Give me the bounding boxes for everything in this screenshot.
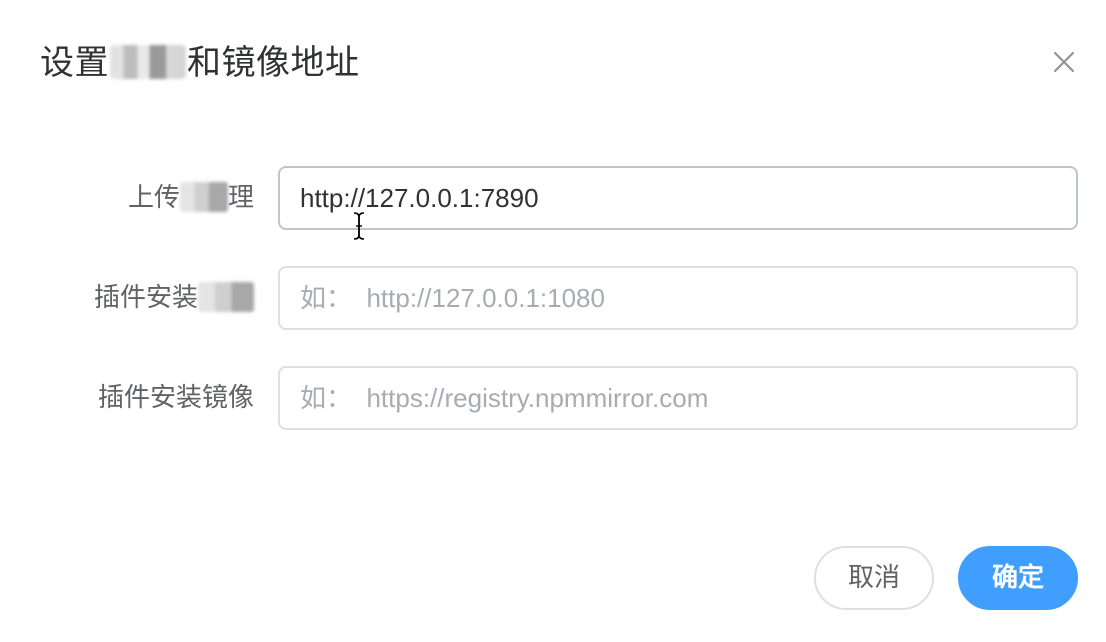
proxy-settings-dialog: 设置 和镜像地址 上传 理 插件安装 插件安装镜像 取消 确定 — [0, 0, 1106, 642]
form-label-plugin-mirror: 插件安装镜像 — [98, 366, 254, 430]
form-row-upload-proxy: 上传 理 — [0, 166, 1106, 230]
plugin-proxy-input[interactable] — [278, 266, 1078, 330]
form-label-text: 理 — [227, 183, 254, 213]
cancel-button[interactable]: 取消 — [814, 546, 934, 610]
form-label-text: 插件安装镜像 — [97, 383, 254, 413]
redacted-patch — [179, 181, 228, 212]
form-label-upload-proxy: 上传 理 — [128, 166, 254, 230]
redacted-patch — [198, 281, 254, 312]
form-row-plugin-proxy: 插件安装 — [0, 266, 1106, 330]
plugin-mirror-input[interactable] — [278, 366, 1078, 430]
form-label-text: 插件安装 — [93, 283, 198, 313]
form-label-text: 上传 — [127, 183, 180, 213]
form-label-plugin-proxy: 插件安装 — [94, 266, 254, 330]
close-icon[interactable] — [1050, 48, 1078, 76]
dialog-title-suffix: 和镜像地址 — [187, 43, 360, 83]
form-row-plugin-mirror: 插件安装镜像 — [0, 366, 1106, 430]
confirm-button[interactable]: 确定 — [958, 546, 1078, 610]
dialog-title-prefix: 设置 — [40, 43, 109, 83]
redacted-patch — [110, 44, 186, 79]
upload-proxy-input[interactable] — [278, 166, 1078, 230]
dialog-title: 设置 和镜像地址 — [40, 40, 360, 86]
